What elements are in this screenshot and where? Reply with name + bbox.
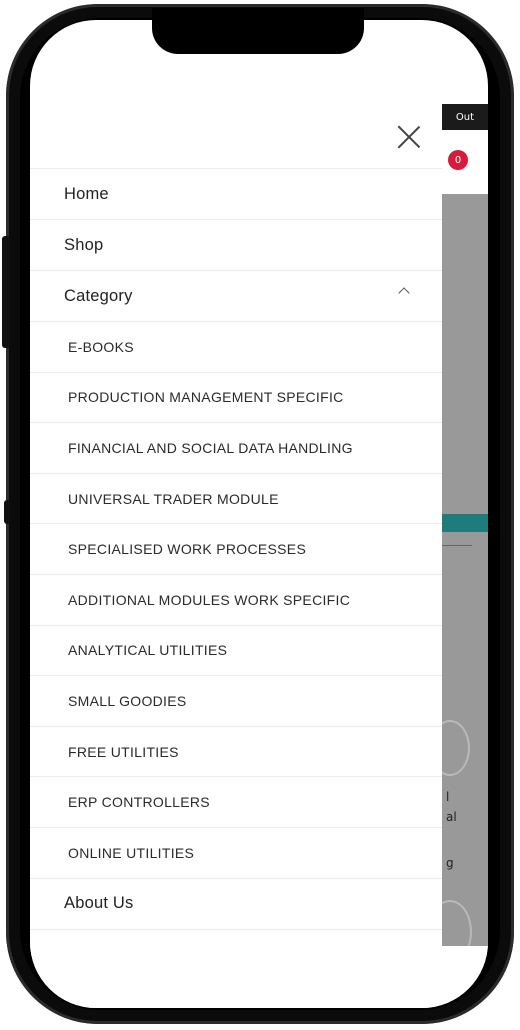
background-snippet-1: l	[446, 790, 450, 804]
drawer-close-row	[30, 104, 442, 169]
category-item-universal-trader[interactable]: UNIVERSAL TRADER MODULE	[30, 474, 442, 525]
close-icon[interactable]	[396, 124, 422, 150]
menu-item-shop[interactable]: Shop	[30, 220, 442, 271]
background-divider	[442, 545, 472, 546]
phone-notch	[152, 8, 364, 54]
category-item-analytical-utilities[interactable]: ANALYTICAL UTILITIES	[30, 626, 442, 677]
category-item-additional-modules[interactable]: ADDITIONAL MODULES WORK SPECIFIC	[30, 575, 442, 626]
background-topbar-text: Out	[455, 111, 475, 123]
chevron-up-icon[interactable]	[398, 287, 410, 299]
category-item-specialised-work[interactable]: SPECIALISED WORK PROCESSES	[30, 524, 442, 575]
background-snippet-2: al	[446, 810, 457, 824]
menu-item-category[interactable]: Category	[30, 271, 442, 322]
category-item-free-utilities[interactable]: FREE UTILITIES	[30, 727, 442, 778]
category-item-online-utilities[interactable]: ONLINE UTILITIES	[30, 828, 442, 879]
screen-bottom-area	[30, 946, 488, 1008]
category-item-e-books[interactable]: E-BOOKS	[30, 322, 442, 373]
background-topbar: Out	[442, 104, 488, 130]
menu-item-category-label: Category	[64, 286, 133, 305]
background-teal-bar	[442, 514, 488, 532]
category-item-financial-social-data[interactable]: FINANCIAL AND SOCIAL DATA HANDLING	[30, 423, 442, 474]
category-item-small-goodies[interactable]: SMALL GOODIES	[30, 676, 442, 727]
navigation-drawer: Home Shop Category E-BOOKS PRODUCTION MA…	[30, 104, 442, 946]
phone-side-button-small	[4, 500, 10, 524]
background-snippet-3: g	[446, 856, 454, 870]
category-item-production-management[interactable]: PRODUCTION MANAGEMENT SPECIFIC	[30, 373, 442, 424]
screen: Out 0 l al g Home Shop Category E-BOOKS …	[30, 20, 488, 1008]
category-item-erp-controllers[interactable]: ERP CONTROLLERS	[30, 777, 442, 828]
menu-item-home[interactable]: Home	[30, 169, 442, 220]
phone-side-button	[2, 236, 10, 348]
menu-item-about-us[interactable]: About Us	[30, 879, 442, 930]
cart-count-badge[interactable]: 0	[448, 150, 468, 170]
